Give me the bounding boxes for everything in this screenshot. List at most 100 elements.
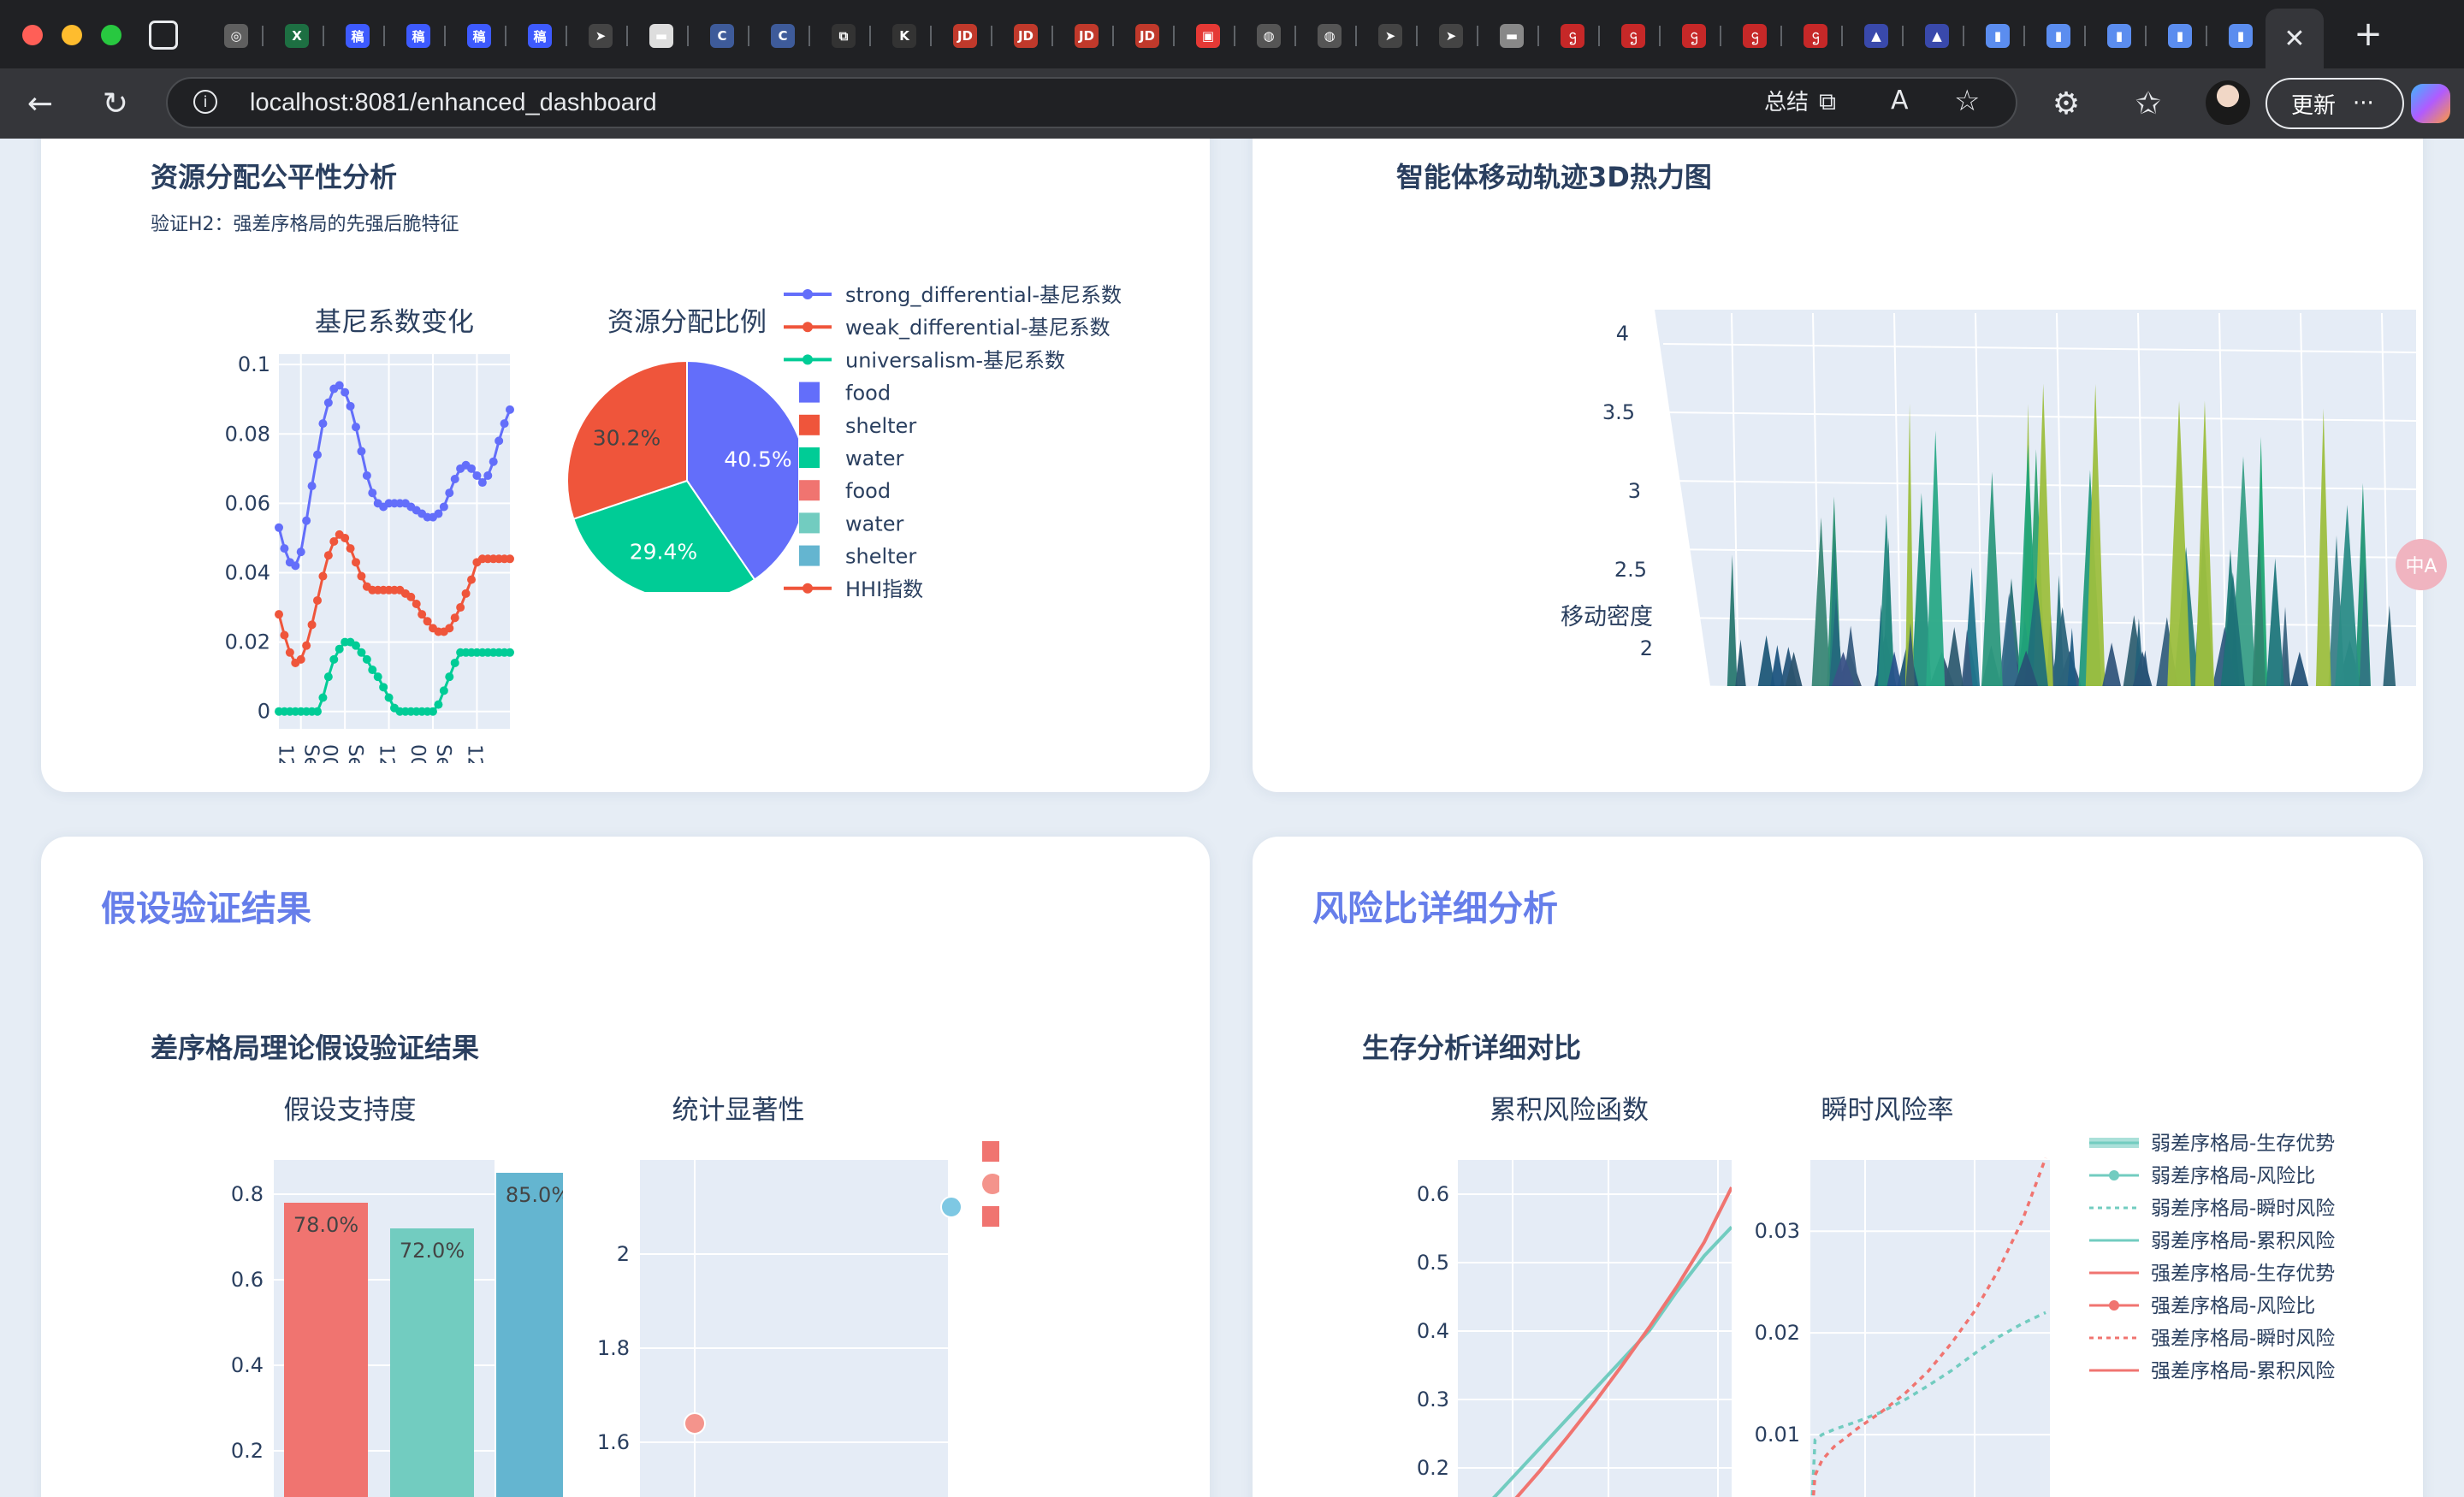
- browser-tab[interactable]: K: [880, 17, 932, 55]
- hypothesis-section-title: 假设验证结果: [101, 888, 311, 929]
- tab-separator: [444, 26, 446, 46]
- summary-button[interactable]: 总结: [1764, 79, 1809, 127]
- gini-point: [346, 401, 355, 411]
- back-button[interactable]: ←: [17, 80, 63, 127]
- legend-label: 强差序格局-风险比: [2151, 1295, 2315, 1317]
- legend-box-swatch: [982, 1141, 999, 1162]
- bar-chart-icon: ▮: [2046, 24, 2070, 48]
- browser-tab[interactable]: 稿: [455, 17, 506, 55]
- extensions-icon[interactable]: ⚙: [2043, 80, 2089, 127]
- url-text[interactable]: localhost:8081/enhanced_dashboard: [250, 79, 657, 127]
- gini-point: [434, 700, 443, 709]
- browser-tab[interactable]: ▮: [2095, 17, 2147, 55]
- gini-point: [313, 595, 322, 605]
- surface-ztick: 2.5: [1614, 558, 1647, 582]
- more-menu-icon[interactable]: ···: [2353, 91, 2374, 116]
- gini-plot-area: [279, 354, 510, 729]
- browser-tab[interactable]: C: [759, 17, 810, 55]
- cursor-icon: ➤: [1378, 24, 1402, 48]
- browser-tab[interactable]: ▲: [1913, 17, 1964, 55]
- browser-tab[interactable]: JD: [1123, 17, 1175, 55]
- close-window-button[interactable]: [22, 25, 43, 45]
- browser-tab[interactable]: ◍: [1306, 17, 1357, 55]
- translate-icon[interactable]: 中A: [2396, 539, 2447, 590]
- minimize-window-button[interactable]: [62, 25, 82, 45]
- update-button[interactable]: 更新 ···: [2266, 78, 2404, 129]
- browser-tab[interactable]: ဌ: [1609, 17, 1661, 55]
- tab-separator: [1112, 26, 1114, 46]
- browser-tab[interactable]: ▬: [637, 17, 689, 55]
- gini-point: [379, 683, 388, 692]
- k-logo-icon: K: [892, 24, 916, 48]
- gini-ytick: 0.08: [225, 422, 270, 446]
- browser-tab[interactable]: 稿: [334, 17, 385, 55]
- new-tab-button[interactable]: +: [2348, 14, 2389, 55]
- site-info-icon[interactable]: i: [193, 90, 217, 114]
- legend-label: water: [845, 447, 904, 470]
- tab-separator: [1477, 26, 1478, 46]
- gini-point: [368, 666, 377, 675]
- favorite-star-icon[interactable]: ☆: [1954, 84, 1980, 118]
- gini-point: [439, 502, 448, 512]
- folder-icon: ▬: [1500, 24, 1524, 48]
- gini-point: [450, 613, 459, 623]
- sidebar-toggle-icon[interactable]: [149, 21, 178, 50]
- browser-tab[interactable]: ➤: [577, 17, 628, 55]
- browser-tab[interactable]: ▣: [1184, 17, 1235, 55]
- browser-tab[interactable]: JD: [1063, 17, 1114, 55]
- gini-point: [329, 654, 339, 664]
- browser-tab[interactable]: ဌ: [1731, 17, 1782, 55]
- surface-zlabel: 移动密度: [1561, 604, 1653, 630]
- browser-tab[interactable]: ▮: [2035, 17, 2086, 55]
- browser-tab[interactable]: 稿: [516, 17, 567, 55]
- browser-tab[interactable]: C: [698, 17, 749, 55]
- gini-point: [352, 641, 360, 650]
- tab-separator: [687, 26, 689, 46]
- browser-tab[interactable]: X: [273, 17, 324, 55]
- browser-tab[interactable]: ▲: [1852, 17, 1904, 55]
- browser-tab[interactable]: 稿: [394, 17, 446, 55]
- scatter-ytick: 2: [617, 1242, 630, 1266]
- browser-tab[interactable]: ▮: [1974, 17, 2025, 55]
- browser-tab[interactable]: ◍: [1245, 17, 1296, 55]
- browser-tab[interactable]: ▬: [1488, 17, 1539, 55]
- browser-tab[interactable]: ➤: [1366, 17, 1418, 55]
- favorites-icon[interactable]: ✩: [2125, 80, 2171, 127]
- gini-point: [450, 475, 459, 483]
- bar: [496, 1173, 563, 1497]
- browser-tab[interactable]: ဌ: [1549, 17, 1600, 55]
- browser-tab[interactable]: ဌ: [1792, 17, 1843, 55]
- browser-tab[interactable]: ဌ: [1670, 17, 1721, 55]
- browser-tab[interactable]: ➤: [1427, 17, 1478, 55]
- browser-tab[interactable]: ◎: [212, 17, 264, 55]
- tab-separator: [626, 26, 628, 46]
- scatter-plot-area: [640, 1160, 948, 1497]
- tab-active-close-icon[interactable]: ✕: [2266, 9, 2324, 68]
- read-aloud-icon[interactable]: A: [1891, 86, 1909, 115]
- legend-label: 弱差序格局-风险比: [2151, 1165, 2315, 1187]
- legend-line-marker: [2109, 1300, 2119, 1311]
- reload-button[interactable]: ↻: [92, 80, 139, 127]
- ghost-icon: ◎: [224, 24, 248, 48]
- browser-tab[interactable]: ⧉: [820, 17, 871, 55]
- copilot-summary-icon[interactable]: ⧉: [1819, 87, 1836, 116]
- tab-separator: [1051, 26, 1053, 46]
- browser-tab[interactable]: ▮: [2217, 17, 2268, 55]
- zoom-window-button[interactable]: [101, 25, 121, 45]
- browser-tab[interactable]: JD: [941, 17, 992, 55]
- gini-ytick: 0.1: [238, 352, 270, 376]
- pie-chart-title: 资源分配比例: [607, 307, 767, 338]
- browser-tab[interactable]: ▮: [2156, 17, 2207, 55]
- gini-point: [445, 672, 454, 682]
- legend-label: food: [845, 382, 891, 405]
- gini-xtick: Sep 4, 20: [344, 744, 366, 763]
- copilot-icon[interactable]: [2411, 84, 2450, 123]
- browser-tab[interactable]: JD: [1002, 17, 1053, 55]
- gini-point: [429, 707, 437, 716]
- profile-avatar[interactable]: [2206, 80, 2250, 125]
- address-bar[interactable]: i localhost:8081/enhanced_dashboard 总结 ⧉…: [166, 77, 2017, 128]
- gini-point: [291, 561, 300, 571]
- gini-ytick: 0: [258, 700, 270, 724]
- hypothesis-plot-title: 差序格局理论假设验证结果: [151, 1032, 480, 1064]
- cumulative-ytick: 0.4: [1417, 1319, 1449, 1343]
